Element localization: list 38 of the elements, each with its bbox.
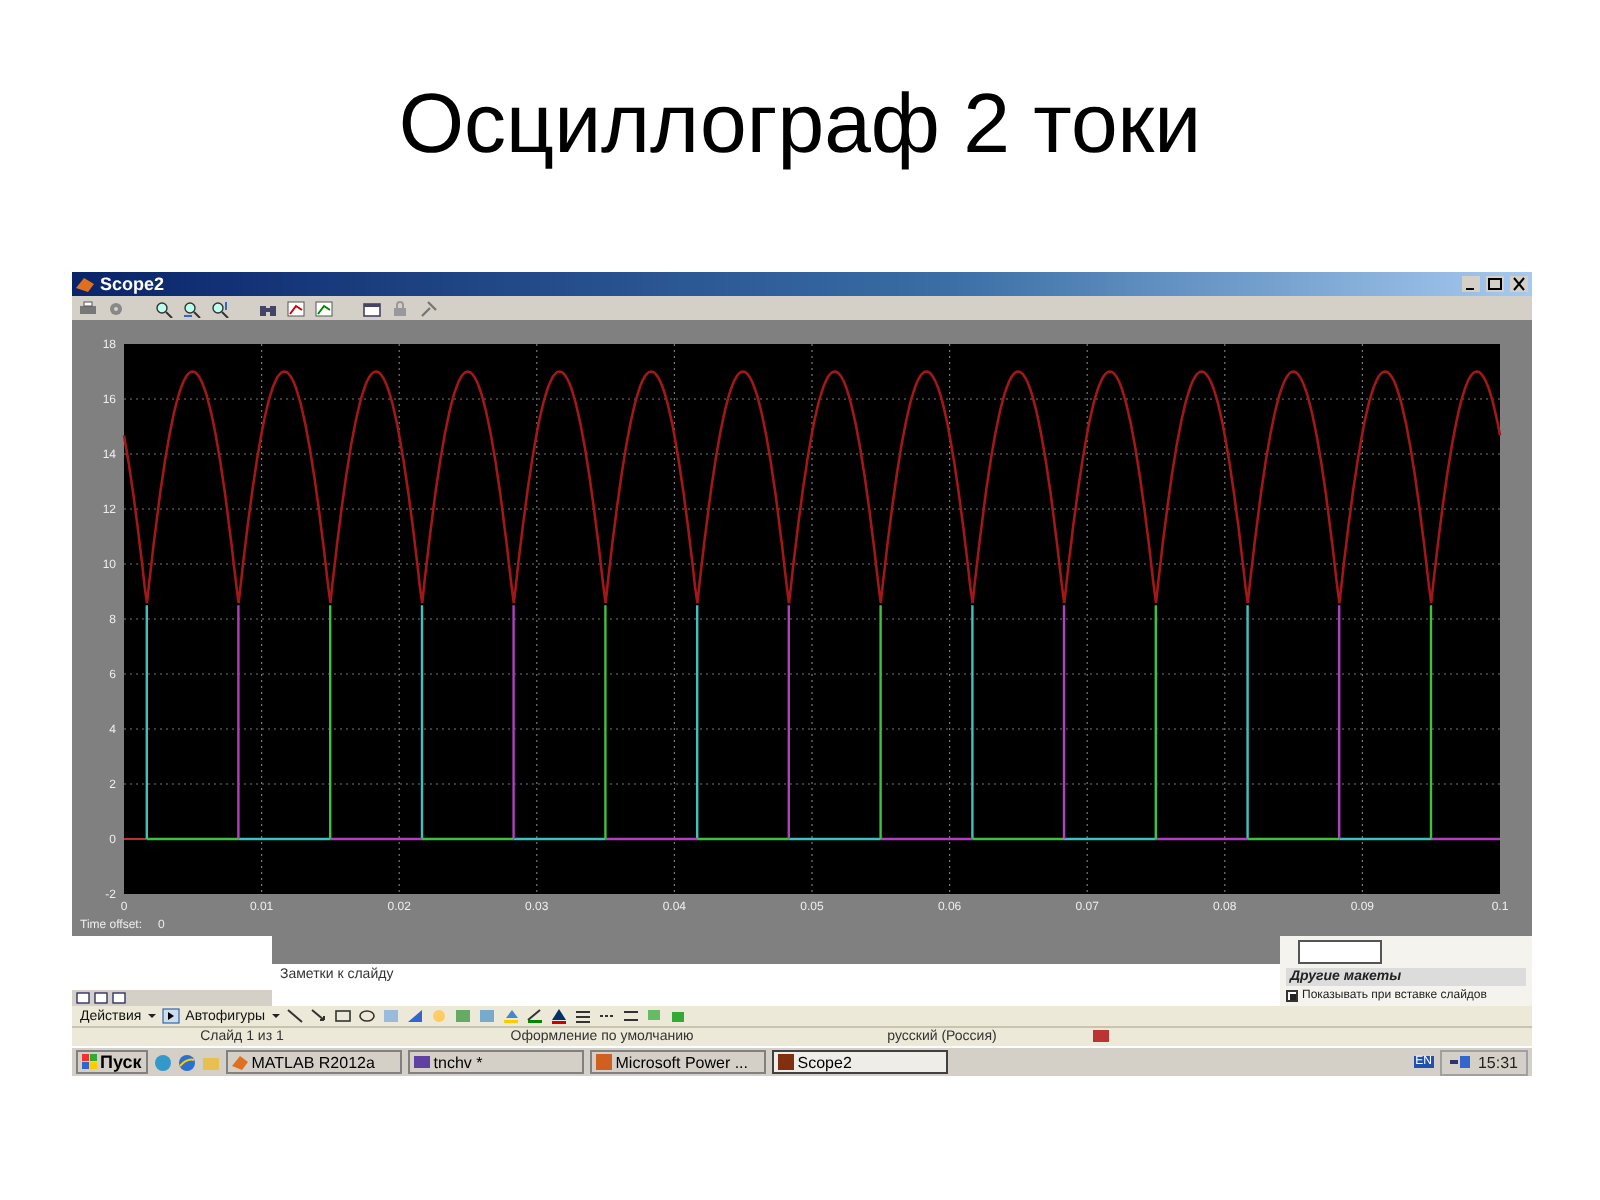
minimize-button[interactable] [1462, 276, 1480, 292]
network-icon[interactable] [1449, 1054, 1470, 1070]
oval-icon[interactable] [357, 1008, 375, 1024]
magnifier-icon[interactable] [154, 299, 174, 317]
magnifier-icon[interactable] [182, 299, 202, 317]
magnifier-icon[interactable] [210, 299, 230, 317]
caret-icon[interactable] [147, 1012, 156, 1020]
clock-text: 15:31 [1477, 1053, 1518, 1071]
sorter-view-icon[interactable] [94, 992, 108, 1004]
select-pointer-icon[interactable] [161, 1008, 180, 1024]
browser-icon[interactable] [177, 1053, 196, 1071]
chart-icon[interactable] [314, 299, 334, 317]
caret-icon[interactable] [271, 1012, 279, 1020]
arrow-icon[interactable] [309, 1008, 327, 1024]
normal-view-icon[interactable] [76, 992, 90, 1004]
layout-thumbnail[interactable] [1298, 940, 1382, 964]
font-color-icon[interactable] [549, 1008, 567, 1024]
taskbar-button[interactable]: Scope2 [771, 1050, 948, 1074]
taskbar-button[interactable]: MATLAB R2012a [225, 1050, 402, 1074]
taskbar-button[interactable]: tnchv * [407, 1050, 584, 1074]
logo-icon [76, 276, 94, 292]
fill-color-icon[interactable] [501, 1008, 519, 1024]
line-icon[interactable] [285, 1008, 303, 1024]
taskbar-button[interactable]: Microsoft Power ... [589, 1050, 766, 1074]
line-style-icon[interactable] [573, 1008, 591, 1024]
chart-icon[interactable] [286, 299, 306, 317]
slide-title: Осциллограф 2 токи [398, 76, 1202, 172]
line-color-icon[interactable] [525, 1008, 543, 1024]
checkbox[interactable] [1286, 990, 1298, 1002]
rectangle-icon[interactable] [333, 1008, 351, 1024]
start-button[interactable]: Пуск [76, 1050, 148, 1074]
slideshow-icon[interactable] [112, 992, 126, 1004]
printer-icon[interactable] [78, 299, 98, 317]
close-button[interactable] [1510, 276, 1528, 292]
maximize-button[interactable] [1486, 276, 1504, 292]
windows-flag-icon [82, 1054, 98, 1070]
logo-icon [231, 1054, 248, 1070]
window-title: Scope2 [100, 272, 165, 296]
